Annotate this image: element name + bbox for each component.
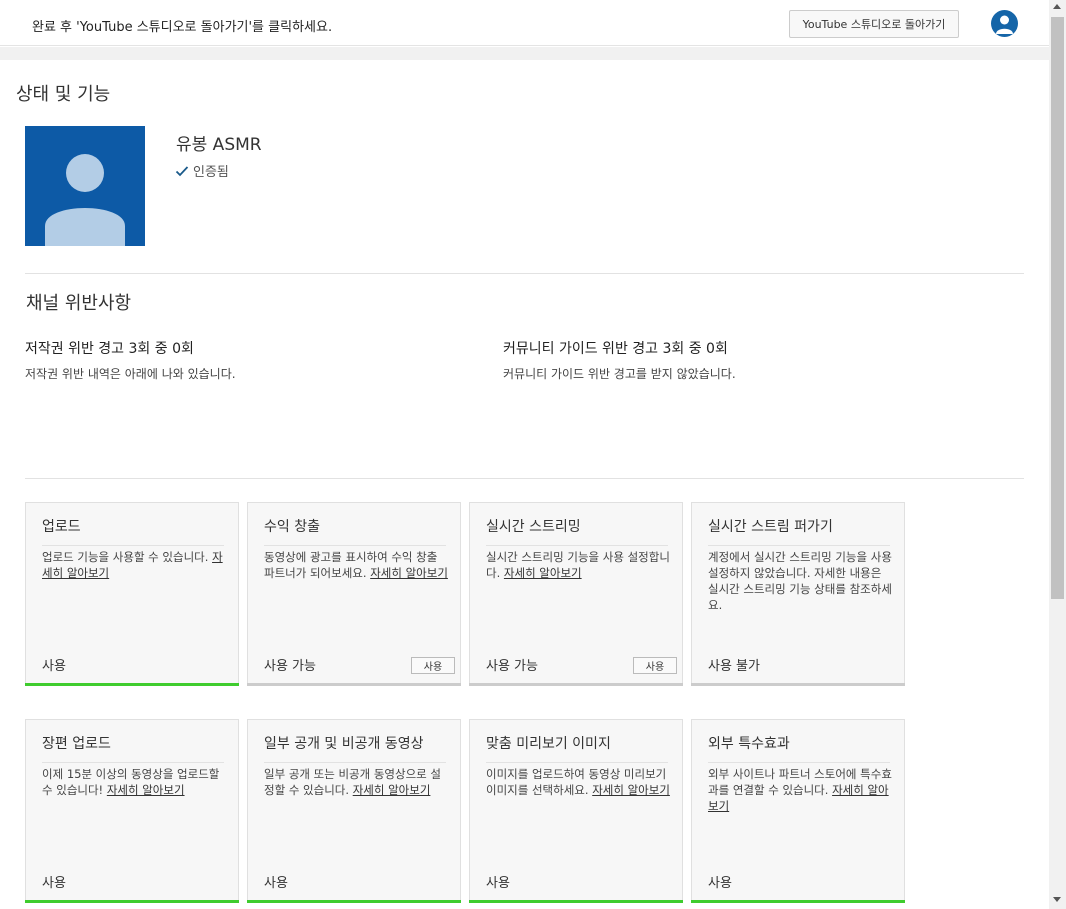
channel-name: 유봉 ASMR [176,135,262,155]
completion-message: 완료 후 'YouTube 스튜디오로 돌아가기'를 클릭하세요. [32,20,333,35]
feature-card-external-annotations: 외부 특수효과 외부 사이트나 파트너 스토어에 특수효과를 연결할 수 있습니… [691,719,905,903]
feature-title: 수익 창출 [264,516,446,546]
copyright-strikes-heading: 저작권 위반 경고 3회 중 0회 [25,341,194,357]
feature-status: 사용 [708,876,732,891]
feature-description: 실시간 스트리밍 기능을 사용 설정합니다. 자세히 알아보기 [486,550,670,580]
user-icon [45,154,125,246]
feature-card-unlisted-private: 일부 공개 및 비공개 동영상 일부 공개 또는 비공개 동영상으로 설정할 수… [247,719,461,903]
enable-button[interactable]: 사용 [411,657,455,674]
feature-description: 외부 사이트나 파트너 스토어에 특수효과를 연결할 수 있습니다. 자세히 알… [708,767,892,813]
feature-description: 업로드 기능을 사용할 수 있습니다. 자세히 알아보기 [42,550,223,580]
feature-card-custom-thumbnails: 맞춤 미리보기 이미지 이미지를 업로드하여 동영상 미리보기 이미지를 선택하… [469,719,683,903]
feature-title: 업로드 [42,516,224,546]
feature-card-live-streaming: 실시간 스트리밍 실시간 스트리밍 기능을 사용 설정합니다. 자세히 알아보기… [469,502,683,686]
status-bar [25,683,239,686]
verified-status: 인증됨 [175,161,229,180]
status-bar [691,900,905,903]
feature-status: 사용 [42,876,66,891]
feature-title: 실시간 스트리밍 [486,516,668,546]
violations-title: 채널 위반사항 [26,293,132,314]
status-bar [247,900,461,903]
divider [25,273,1024,274]
feature-card-live-embed: 실시간 스트림 퍼가기 계정에서 실시간 스트리밍 기능을 사용 설정하지 않았… [691,502,905,686]
status-bar [469,900,683,903]
scroll-up-icon[interactable] [1053,4,1061,9]
status-bar [469,683,683,686]
feature-description: 이미지를 업로드하여 동영상 미리보기 이미지를 선택하세요. 자세히 알아보기 [486,767,670,797]
top-bar: 완료 후 'YouTube 스튜디오로 돌아가기'를 클릭하세요. YouTub… [0,0,1049,46]
feature-card-upload: 업로드 업로드 기능을 사용할 수 있습니다. 자세히 알아보기 사용 [25,502,239,686]
feature-status: 사용 [42,659,66,674]
status-bar [691,683,905,686]
enable-button[interactable]: 사용 [633,657,677,674]
check-icon [175,165,189,176]
feature-status: 사용 불가 [708,659,760,674]
feature-description: 이제 15분 이상의 동영상을 업로드할 수 있습니다! 자세히 알아보기 [42,767,220,797]
community-strikes: 커뮤니티 가이드 위반 경고 3회 중 0회 커뮤니티 가이드 위반 경고를 받… [503,338,736,382]
learn-more-link[interactable]: 자세히 알아보기 [504,566,582,580]
feature-status: 사용 [486,876,510,891]
feature-status: 사용 가능 [486,659,538,674]
learn-more-link[interactable]: 자세히 알아보기 [353,783,431,797]
feature-title: 실시간 스트림 퍼가기 [708,516,890,546]
copyright-strikes: 저작권 위반 경고 3회 중 0회 저작권 위반 내역은 아래에 나와 있습니다… [25,338,236,382]
learn-more-link[interactable]: 자세히 알아보기 [370,566,448,580]
community-strikes-detail: 커뮤니티 가이드 위반 경고를 받지 않았습니다. [503,367,736,381]
scrollbar[interactable] [1049,0,1066,909]
page-title: 상태 및 기능 [16,84,111,105]
feature-description: 동영상에 광고를 표시하여 수익 창출 파트너가 되어보세요. 자세히 알아보기 [264,550,448,580]
feature-description: 일부 공개 또는 비공개 동영상으로 설정할 수 있습니다. 자세히 알아보기 [264,767,441,797]
divider [25,478,1024,479]
verified-label: 인증됨 [193,165,229,180]
back-to-studio-button[interactable]: YouTube 스튜디오로 돌아가기 [789,10,959,38]
channel-avatar [25,126,145,246]
learn-more-link[interactable]: 자세히 알아보기 [592,783,670,797]
copyright-strikes-detail: 저작권 위반 내역은 아래에 나와 있습니다. [25,367,236,381]
feature-title: 맞춤 미리보기 이미지 [486,733,668,763]
feature-title: 장편 업로드 [42,733,224,763]
status-bar [247,683,461,686]
status-bar [25,900,239,903]
scroll-down-icon[interactable] [1053,897,1061,902]
learn-more-link[interactable]: 자세히 알아보기 [107,783,185,797]
feature-card-monetization: 수익 창출 동영상에 광고를 표시하여 수익 창출 파트너가 되어보세요. 자세… [247,502,461,686]
community-strikes-heading: 커뮤니티 가이드 위반 경고 3회 중 0회 [503,341,728,357]
feature-card-long-upload: 장편 업로드 이제 15분 이상의 동영상을 업로드할 수 있습니다! 자세히 … [25,719,239,903]
scrollbar-thumb[interactable] [1051,17,1064,599]
feature-status: 사용 가능 [264,659,316,674]
feature-status: 사용 [264,876,288,891]
feature-title: 일부 공개 및 비공개 동영상 [264,733,446,763]
header-separator [0,47,1049,60]
account-avatar[interactable] [991,10,1018,37]
feature-description: 계정에서 실시간 스트리밍 기능을 사용 설정하지 않았습니다. 자세한 내용은… [708,550,892,612]
user-icon [996,15,1013,34]
feature-title: 외부 특수효과 [708,733,890,763]
